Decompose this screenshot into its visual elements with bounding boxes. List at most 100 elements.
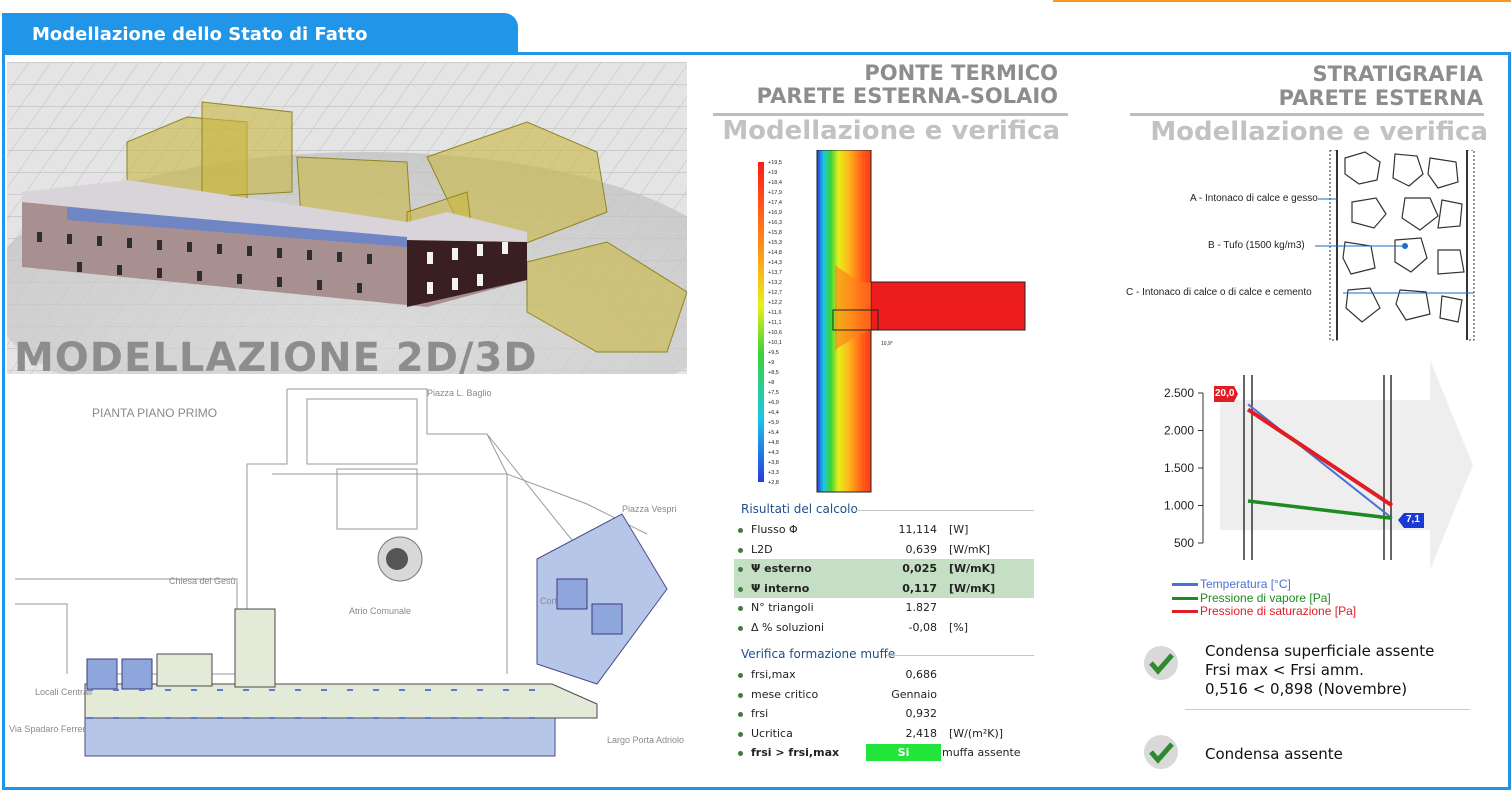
result-label: Flusso Φ — [751, 523, 798, 536]
scale-value: +6,4 — [768, 410, 779, 416]
bullet-icon — [738, 586, 743, 592]
result-unit: [W] — [949, 523, 969, 536]
result-label: Ψ esterno — [751, 562, 812, 575]
mold-rows: frsi,max 0,686 mese critico Gennaio frsi 0,93… — [734, 665, 1034, 743]
mold-final-label: frsi > frsi,max — [751, 746, 840, 759]
check1-line1: Condensa superficiale assente — [1205, 642, 1435, 660]
right-title-rule — [1130, 113, 1484, 116]
thermal-bridge-title-line1: PONTE TERMICO — [864, 61, 1058, 85]
results-panel: Risultati del calcolo Flusso Φ 11,114 [W] L… — [734, 502, 1034, 763]
scale-value: +16,9 — [768, 210, 782, 216]
top-accent-line — [1053, 0, 1511, 2]
plan-title: PIANTA PIANO PRIMO — [92, 406, 218, 420]
stratigraphy-title: STRATIGRAFIA PARETE ESTERNA — [1160, 62, 1483, 110]
scale-value: +3,8 — [768, 460, 779, 466]
y-tick-label: 2.000 — [1164, 424, 1194, 438]
thermal-simulation-view: +19,5 +19 +18,4 +17,9 +17,4 +16,9 +16,3 +15,8 +1… — [755, 149, 1030, 495]
section-tab-title: Modellazione dello Stato di Fatto — [32, 24, 368, 45]
scale-value: +16,3 — [768, 220, 782, 226]
scale-value: +4,3 — [768, 450, 779, 456]
result-label: L2D — [751, 542, 773, 556]
mold-section-rule — [886, 655, 1034, 656]
bullet-icon — [738, 528, 743, 533]
y-tick-label: 1.500 — [1164, 461, 1194, 475]
mold-label: mese critico — [751, 687, 819, 701]
result-label: Ψ interno — [751, 581, 810, 595]
floor-plan-view: PIANTA PIANO PRIMO Piazza L. Baglio Piaz… — [7, 374, 688, 782]
result-label: N° triangoli — [751, 601, 814, 614]
scale-value: +19 — [768, 170, 778, 176]
inner-value-badge: 20,0 — [1215, 388, 1235, 399]
result-unit: [W/mK] — [949, 562, 996, 575]
legend-swatch — [1172, 596, 1198, 600]
result-value: 0,025 — [902, 562, 937, 575]
scale-value: +7,5 — [768, 390, 779, 396]
check-divider — [1185, 709, 1470, 710]
mold-value: 0,932 — [905, 707, 938, 720]
result-value: 11,114 — [898, 523, 938, 536]
plan-label-largo: Largo Porta Adriolo — [607, 735, 685, 745]
scale-value: +15,3 — [768, 240, 782, 246]
mold-row: Ucritica 2,418 [W/(m²K)] — [734, 724, 1034, 744]
check1-line2: Frsi max < Frsi amm. — [1205, 661, 1364, 679]
layer-a-label: A - Intonaco di calce e gesso — [1190, 193, 1318, 204]
scale-value: +8,5 — [768, 370, 779, 376]
mold-unit: [W/(m²K)] — [949, 726, 1004, 740]
check-icon-2 — [1141, 732, 1181, 777]
y-tick-label: 1.000 — [1164, 499, 1194, 513]
wall-stratigraphy-diagram: A - Intonaco di calce e gesso B - Tufo (… — [1120, 149, 1490, 345]
result-row: Ψ interno 0,117 [W/mK] — [734, 578, 1034, 598]
result-row: Δ % soluzioni -0,08 [%] — [734, 618, 1034, 638]
scale-value: +9 — [768, 360, 775, 366]
result-value: -0,08 — [908, 620, 937, 634]
plan-label-piazza-baglio: Piazza L. Baglio — [427, 388, 492, 398]
legend-label: Temperatura [°C] — [1200, 577, 1291, 591]
legend-entry: Pressione di vapore [Pa] — [1172, 591, 1356, 606]
mold-label: frsi — [751, 707, 769, 720]
mold-row: frsi,max 0,686 — [734, 665, 1034, 685]
scale-value: +9,5 — [768, 350, 779, 356]
plan-label-chiesa: Chiesa del Gesù — [169, 576, 236, 586]
result-label: Δ % soluzioni — [751, 620, 825, 634]
result-row: Flusso Φ 11,114 [W] — [734, 520, 1034, 540]
bullet-icon — [738, 606, 743, 611]
scale-value: +4,8 — [768, 440, 779, 446]
results-section-title-text: Risultati del calcolo — [741, 502, 858, 516]
result-row: Ψ esterno 0,025 [W/mK] — [734, 559, 1034, 579]
y-tick-label: 500 — [1174, 536, 1194, 550]
section-tab[interactable]: Modellazione dello Stato di Fatto — [2, 13, 518, 55]
result-row: L2D 0,639 [W/mK] — [734, 540, 1034, 560]
model-3d-view — [7, 62, 687, 374]
scale-value: +15,8 — [768, 230, 782, 236]
results-section-rule — [856, 510, 1034, 511]
plan-label-cortile: Cort — [540, 596, 558, 606]
mold-final-badge: Si — [866, 744, 941, 761]
outer-value-badge: 7,1 — [1406, 514, 1420, 525]
bullet-icon — [738, 731, 743, 737]
condensation-chart: 2.500 2.000 1.500 1.000 500 20,0 7,1 Tempera… — [1140, 360, 1480, 625]
temperature-scale-labels: +19,5 +19 +18,4 +17,9 +17,4 +16,9 +16,3 +15,8 +1… — [768, 160, 798, 486]
y-tick-label: 2.500 — [1164, 386, 1194, 400]
legend-entry: Pressione di saturazione [Pa] — [1172, 604, 1356, 619]
scale-value: +5,9 — [768, 420, 779, 426]
scale-value: +17,9 — [768, 190, 782, 196]
bullet-icon — [738, 547, 743, 553]
layer-b-label: B - Tufo (1500 kg/m3) — [1208, 240, 1305, 251]
mold-section-title: Verifica formazione muffe — [734, 647, 1034, 665]
thermal-bridge-title-line2: PARETE ESTERNA-SOLAIO — [756, 84, 1058, 108]
result-value: 0,639 — [905, 542, 938, 556]
scale-value: +8 — [768, 380, 775, 386]
results-section-title: Risultati del calcolo — [734, 502, 1034, 520]
bullet-icon — [738, 673, 743, 678]
legend-swatch — [1172, 610, 1198, 614]
scale-value: +19,5 — [768, 160, 782, 166]
stratigraphy-title-line2: PARETE ESTERNA — [1278, 86, 1483, 110]
right-subtitle: Modellazione e verifica — [1150, 117, 1488, 147]
result-value: 1.827 — [905, 601, 938, 614]
legend-entry: Temperatura [°C] — [1172, 577, 1356, 592]
mold-value: Gennaio — [891, 687, 937, 701]
scale-value: +14,8 — [768, 250, 782, 256]
result-unit: [W/mK] — [949, 542, 991, 556]
result-value: 0,117 — [902, 581, 937, 595]
mold-label: Ucritica — [751, 726, 793, 740]
